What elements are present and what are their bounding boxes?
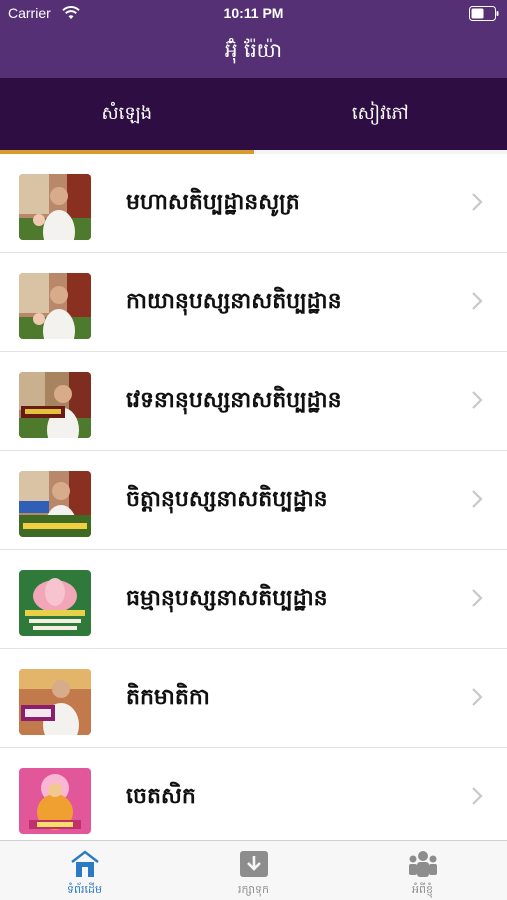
item-title: ចិត្តានុបស្សនាសតិប្បដ្ឋាន — [126, 487, 328, 512]
list-item[interactable]: ធម្មានុបស្សនាសតិប្បដ្ឋាន — [0, 550, 507, 649]
list-item[interactable]: តិកមាតិកា — [0, 649, 507, 748]
chevron-right-icon — [472, 292, 483, 310]
item-title: តិកមាតិកា — [126, 685, 210, 710]
item-title: ធម្មានុបស្សនាសតិប្បដ្ឋាន — [126, 586, 328, 611]
segment-tabs: សំឡេង សៀវភៅ — [0, 78, 507, 150]
lesson-list[interactable]: មហាសតិប្បដ្ឋានសូត្រ កាយានុបស្សនាសតិប្បដ្… — [0, 154, 507, 840]
monk-portrait-thumbnail — [19, 174, 91, 240]
item-title: ចេតសិក — [126, 784, 196, 809]
status-bar: Carrier 10:11 PM — [0, 0, 507, 28]
monk-portrait-thumbnail — [19, 273, 91, 339]
monk-portrait-thumbnail — [19, 471, 91, 537]
chevron-right-icon — [472, 490, 483, 508]
lotus-thumbnail — [19, 570, 91, 636]
item-title: វេទនានុបស្សនាសតិប្បដ្ឋាន — [126, 388, 342, 413]
list-item[interactable]: ចិត្តានុបស្សនាសតិប្បដ្ឋាន — [0, 451, 507, 550]
download-box-icon — [239, 851, 268, 877]
list-item[interactable]: កាយានុបស្សនាសតិប្បដ្ឋាន — [0, 253, 507, 352]
list-item[interactable]: វេទនានុបស្សនាសតិប្បដ្ឋាន — [0, 352, 507, 451]
bottom-tab-bar: ទំព័រដើម រក្សាទុក អំពីខ្ញុំ — [0, 840, 507, 900]
tabbar-label: អំពីខ្ញុំ — [412, 883, 433, 896]
tabbar-item-saved[interactable]: រក្សាទុក — [169, 841, 338, 900]
chevron-right-icon — [472, 391, 483, 409]
chevron-right-icon — [472, 688, 483, 706]
chevron-right-icon — [472, 589, 483, 607]
page-title: អ៊ុំ រ៉ែយ៉ា — [224, 38, 283, 62]
list-item[interactable]: មហាសតិប្បដ្ឋានសូត្រ — [0, 154, 507, 253]
list-item[interactable]: ចេតសិក — [0, 748, 507, 840]
navigation-bar: អ៊ុំ រ៉ែយ៉ា — [0, 28, 507, 78]
tab-audio[interactable]: សំឡេង — [0, 78, 254, 150]
monk-portrait-thumbnail — [19, 372, 91, 438]
buddha-thumbnail — [19, 768, 91, 834]
tabbar-label: រក្សាទុក — [237, 883, 270, 896]
people-icon — [408, 851, 437, 877]
clock: 10:11 PM — [223, 5, 284, 21]
chevron-right-icon — [472, 787, 483, 805]
home-icon — [70, 850, 99, 877]
tab-books[interactable]: សៀវភៅ — [254, 78, 507, 150]
chevron-right-icon — [472, 193, 483, 211]
tabbar-item-home[interactable]: ទំព័រដើម — [0, 841, 169, 900]
item-title: មហាសតិប្បដ្ឋានសូត្រ — [126, 190, 300, 215]
item-title: កាយានុបស្សនាសតិប្បដ្ឋាន — [126, 289, 342, 314]
monk-portrait-thumbnail — [19, 669, 91, 735]
tabbar-label: ទំព័រដើម — [67, 883, 102, 896]
battery-icon — [469, 6, 499, 21]
tabbar-item-about[interactable]: អំពីខ្ញុំ — [338, 841, 507, 900]
